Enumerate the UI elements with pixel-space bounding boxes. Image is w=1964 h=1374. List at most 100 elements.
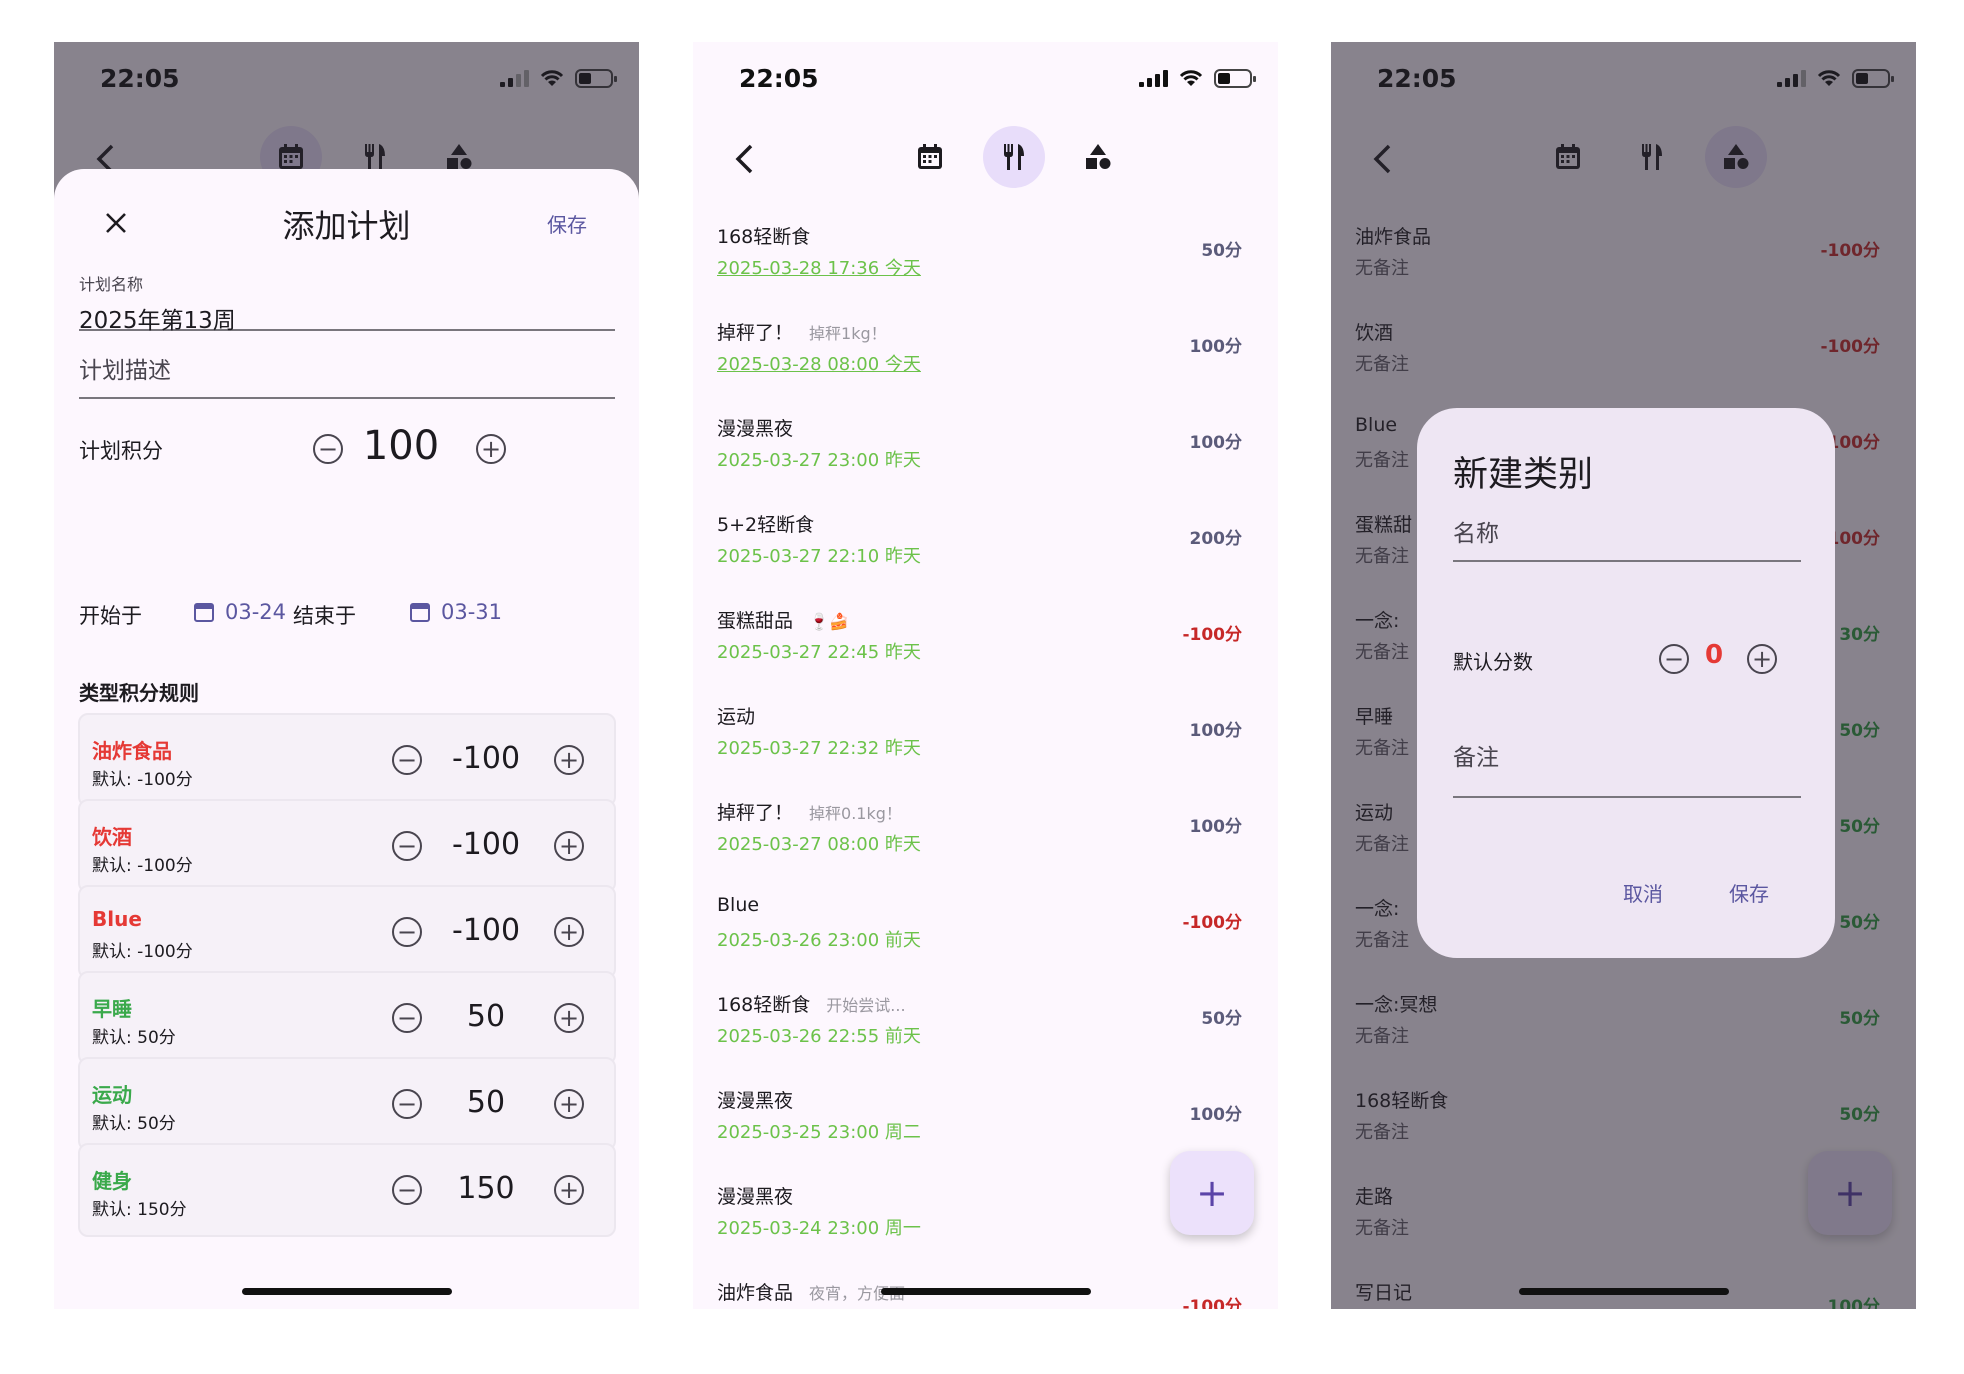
minus-circle-icon[interactable]: − xyxy=(392,1089,422,1119)
minus-circle-icon[interactable]: − xyxy=(1659,644,1689,674)
plus-icon: + xyxy=(1196,1171,1228,1215)
rule-default: 默认: 50分 xyxy=(92,1114,176,1134)
rules-title: 类型积分规则 xyxy=(79,681,199,705)
plus-circle-icon[interactable]: + xyxy=(554,831,584,861)
plus-circle-icon[interactable]: + xyxy=(1747,644,1777,674)
plan-name-label: 计划名称 xyxy=(79,275,144,294)
record-title: 5+2轻断食 xyxy=(717,514,815,536)
default-score-value: 0 xyxy=(1705,640,1724,670)
save-button[interactable]: 保存 xyxy=(547,209,587,238)
plus-circle-icon[interactable]: + xyxy=(476,434,506,464)
record-date[interactable]: 2025-03-28 08:00 今天 xyxy=(717,350,921,376)
rule-default: 默认: -100分 xyxy=(92,856,193,876)
rule-default: 默认: 50分 xyxy=(92,1028,176,1048)
minus-circle-icon[interactable]: − xyxy=(392,745,422,775)
dialog-title: 新建类别 xyxy=(1453,455,1594,495)
record-note: 🍷🍰 xyxy=(809,612,849,631)
home-indicator xyxy=(881,1288,1091,1295)
end-date-button[interactable]: 03-31 xyxy=(409,600,502,624)
rule-name: 早睡 xyxy=(92,997,132,1021)
record-date: 2025-03-27 23:00 昨天 xyxy=(717,450,921,471)
record-score: 200分 xyxy=(1189,529,1243,549)
nav-food-button[interactable] xyxy=(983,126,1045,188)
record-row[interactable]: 掉秤了！ 掉秤1kg！ 2025-03-28 08:00 今天 100分 xyxy=(717,308,1254,404)
plus-circle-icon[interactable]: + xyxy=(554,745,584,775)
start-label: 开始于 xyxy=(79,604,142,628)
record-row[interactable]: 168轻断食 2025-03-28 17:36 今天 50分 xyxy=(717,212,1254,308)
record-date: 2025-03-27 22:32 昨天 xyxy=(717,738,921,759)
back-button[interactable] xyxy=(719,134,769,184)
record-title: 漫漫黑夜 xyxy=(717,418,794,440)
chevron-left-icon xyxy=(735,144,753,174)
status-time: 22:05 xyxy=(739,64,819,93)
record-row[interactable]: 蛋糕甜品 🍷🍰 2025-03-27 22:45 昨天 -100分 xyxy=(717,596,1254,692)
plus-circle-icon[interactable]: + xyxy=(554,1175,584,1205)
rule-value: 50 xyxy=(466,999,506,1034)
nav-category-button[interactable] xyxy=(1067,126,1129,188)
record-date[interactable]: 2025-03-28 17:36 今天 xyxy=(717,254,921,280)
plan-desc-field[interactable]: 计划描述 xyxy=(79,351,615,399)
rule-default: 默认: -100分 xyxy=(92,770,193,790)
category-note-field[interactable]: 备注 xyxy=(1453,728,1801,798)
record-title: 油炸食品 夜宵，方便面 xyxy=(717,1282,906,1304)
calendar-icon xyxy=(194,603,214,622)
top-nav xyxy=(693,120,1278,198)
save-button[interactable]: 保存 xyxy=(1729,878,1769,907)
minus-circle-icon[interactable]: − xyxy=(392,831,422,861)
record-score: 100分 xyxy=(1189,1105,1243,1125)
calendar-icon xyxy=(410,603,430,622)
record-title: 运动 xyxy=(717,706,756,728)
add-plan-sheet: 添加计划 保存 计划名称 2025年第13周 计划描述 计划积分 − 100 +… xyxy=(54,169,639,1309)
home-indicator xyxy=(1519,1288,1729,1295)
signal-icon xyxy=(1139,69,1168,87)
category-name-field[interactable]: 名称 xyxy=(1453,514,1801,562)
rule-name: Blue xyxy=(92,907,142,931)
record-row[interactable]: Blue 2025-03-26 23:00 前天 -100分 xyxy=(717,884,1254,980)
plan-desc-placeholder: 计划描述 xyxy=(79,358,171,384)
plus-circle-icon[interactable]: + xyxy=(554,917,584,947)
rule-default: 默认: -100分 xyxy=(92,942,193,962)
minus-circle-icon[interactable]: − xyxy=(392,1175,422,1205)
record-date: 2025-03-27 08:00 昨天 xyxy=(717,834,921,855)
shapes-icon xyxy=(1086,144,1111,169)
rule-card: Blue 默认: -100分 − -100 + xyxy=(78,885,616,979)
record-row[interactable]: 漫漫黑夜 2025-03-27 23:00 昨天 100分 xyxy=(717,404,1254,500)
add-record-button[interactable]: + xyxy=(1170,1151,1254,1235)
plan-name-value: 2025年第13周 xyxy=(79,308,236,334)
date-row: 开始于 03-24 结束于 03-31 xyxy=(79,594,615,634)
rule-value: -100 xyxy=(451,913,521,948)
rule-card: 健身 默认: 150分 − 150 + xyxy=(78,1143,616,1237)
record-row[interactable]: 运动 2025-03-27 22:32 昨天 100分 xyxy=(717,692,1254,788)
record-note: 掉秤0.1kg！ xyxy=(809,804,902,823)
default-score-row: 默认分数 − 0 + xyxy=(1453,640,1801,680)
record-row[interactable]: 5+2轻断食 2025-03-27 22:10 昨天 200分 xyxy=(717,500,1254,596)
rule-card: 运动 默认: 50分 − 50 + xyxy=(78,1057,616,1151)
record-score: 50分 xyxy=(1201,1009,1242,1029)
category-name-placeholder: 名称 xyxy=(1453,521,1499,547)
start-date-button[interactable]: 03-24 xyxy=(193,600,286,624)
record-score: -100分 xyxy=(1182,913,1242,933)
rule-card: 饮酒 默认: -100分 − -100 + xyxy=(78,799,616,893)
record-score: 100分 xyxy=(1189,337,1243,357)
minus-circle-icon[interactable]: − xyxy=(313,434,343,464)
record-row[interactable]: 掉秤了！ 掉秤0.1kg！ 2025-03-27 08:00 昨天 100分 xyxy=(717,788,1254,884)
plan-name-field[interactable]: 计划名称 2025年第13周 xyxy=(79,271,615,334)
minus-circle-icon[interactable]: − xyxy=(392,917,422,947)
minus-circle-icon[interactable]: − xyxy=(392,1003,422,1033)
rule-default: 默认: 150分 xyxy=(92,1200,187,1220)
record-title: 蛋糕甜品 🍷🍰 xyxy=(717,610,849,632)
record-date: 2025-03-26 22:55 前天 xyxy=(717,1026,921,1047)
rule-card: 油炸食品 默认: -100分 − -100 + xyxy=(78,713,616,807)
rule-value: 50 xyxy=(466,1085,506,1120)
record-note: 开始尝试... xyxy=(826,996,906,1015)
plan-points-row: 计划积分 − 100 + xyxy=(79,419,615,479)
plan-points-label: 计划积分 xyxy=(79,439,163,463)
plus-circle-icon[interactable]: + xyxy=(554,1003,584,1033)
rule-name: 饮酒 xyxy=(92,825,132,849)
record-score: 100分 xyxy=(1189,433,1243,453)
end-date-value: 03-31 xyxy=(441,600,503,624)
plus-circle-icon[interactable]: + xyxy=(554,1089,584,1119)
record-row[interactable]: 168轻断食 开始尝试... 2025-03-26 22:55 前天 50分 xyxy=(717,980,1254,1076)
cancel-button[interactable]: 取消 xyxy=(1623,878,1663,907)
nav-calendar-button[interactable] xyxy=(899,126,961,188)
